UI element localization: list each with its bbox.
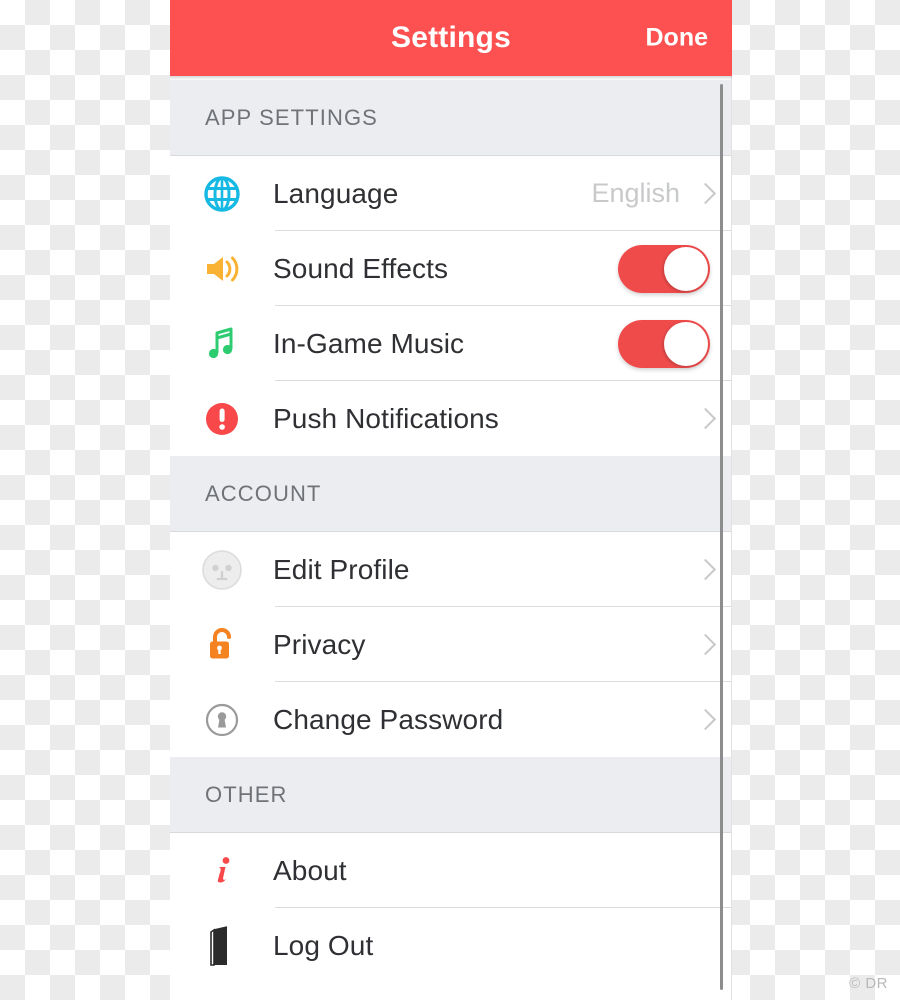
header-shadow xyxy=(170,76,732,80)
settings-scroll-area: APP SETTINGS Language English Sound Effe… xyxy=(170,80,732,1000)
row-label: Log Out xyxy=(273,929,374,961)
row-label: About xyxy=(273,854,347,886)
done-button[interactable]: Done xyxy=(646,24,709,53)
chevron-right-icon xyxy=(698,183,710,205)
row-accessory xyxy=(618,244,732,293)
chevron-right-icon xyxy=(698,559,710,581)
scrollbar[interactable] xyxy=(720,84,723,1000)
in-game-music-toggle[interactable] xyxy=(618,319,710,368)
row-log-out[interactable]: Log Out xyxy=(170,908,732,983)
app-header: Settings Done xyxy=(170,0,732,76)
toggle-knob xyxy=(664,321,708,366)
info-italic-icon xyxy=(198,847,246,895)
section-header-other: OTHER xyxy=(170,757,732,833)
section-header-account: ACCOUNT xyxy=(170,456,732,532)
section-label: APP SETTINGS xyxy=(205,104,378,130)
row-label: Push Notifications xyxy=(273,402,499,434)
row-label: Language xyxy=(273,177,399,209)
row-sound-effects[interactable]: Sound Effects xyxy=(170,231,732,306)
row-accessory xyxy=(618,319,732,368)
alert-circle-icon xyxy=(198,395,246,443)
row-accessory xyxy=(698,559,732,581)
row-accessory xyxy=(698,634,732,656)
section-header-app-settings: APP SETTINGS xyxy=(170,80,732,156)
sound-effects-toggle[interactable] xyxy=(618,244,710,293)
page-title: Settings xyxy=(391,21,511,54)
row-about[interactable]: About xyxy=(170,833,732,908)
chevron-right-icon xyxy=(698,408,710,430)
exit-door-icon xyxy=(198,922,246,970)
section-label: OTHER xyxy=(205,781,288,807)
row-in-game-music[interactable]: In-Game Music xyxy=(170,306,732,381)
settings-screen: Settings Done APP SETTINGS Language Engl… xyxy=(170,0,732,1000)
row-label: Edit Profile xyxy=(273,553,410,585)
row-language[interactable]: Language English xyxy=(170,156,732,231)
chevron-right-icon xyxy=(698,709,710,731)
row-change-password[interactable]: Change Password xyxy=(170,682,732,757)
avatar-face-icon xyxy=(198,546,246,594)
scrollbar-thumb[interactable] xyxy=(720,84,723,990)
open-padlock-icon xyxy=(198,621,246,669)
row-accessory: English xyxy=(591,178,732,209)
row-accessory xyxy=(698,408,732,430)
row-label: In-Game Music xyxy=(273,327,465,359)
row-label: Privacy xyxy=(273,628,366,660)
row-label: Sound Effects xyxy=(273,252,449,284)
globe-icon xyxy=(198,170,246,218)
toggle-knob xyxy=(664,246,708,291)
music-note-icon xyxy=(198,320,246,368)
row-accessory xyxy=(698,709,732,731)
row-label: Change Password xyxy=(273,703,504,735)
section-label: ACCOUNT xyxy=(205,480,322,506)
row-push-notifications[interactable]: Push Notifications xyxy=(170,381,732,456)
panel-right-edge xyxy=(731,76,732,1000)
language-value: English xyxy=(591,178,680,208)
watermark: © DR xyxy=(849,975,888,992)
row-edit-profile[interactable]: Edit Profile xyxy=(170,532,732,607)
speaker-icon xyxy=(198,245,246,293)
keyhole-circle-icon xyxy=(198,696,246,744)
row-privacy[interactable]: Privacy xyxy=(170,607,732,682)
chevron-right-icon xyxy=(698,634,710,656)
